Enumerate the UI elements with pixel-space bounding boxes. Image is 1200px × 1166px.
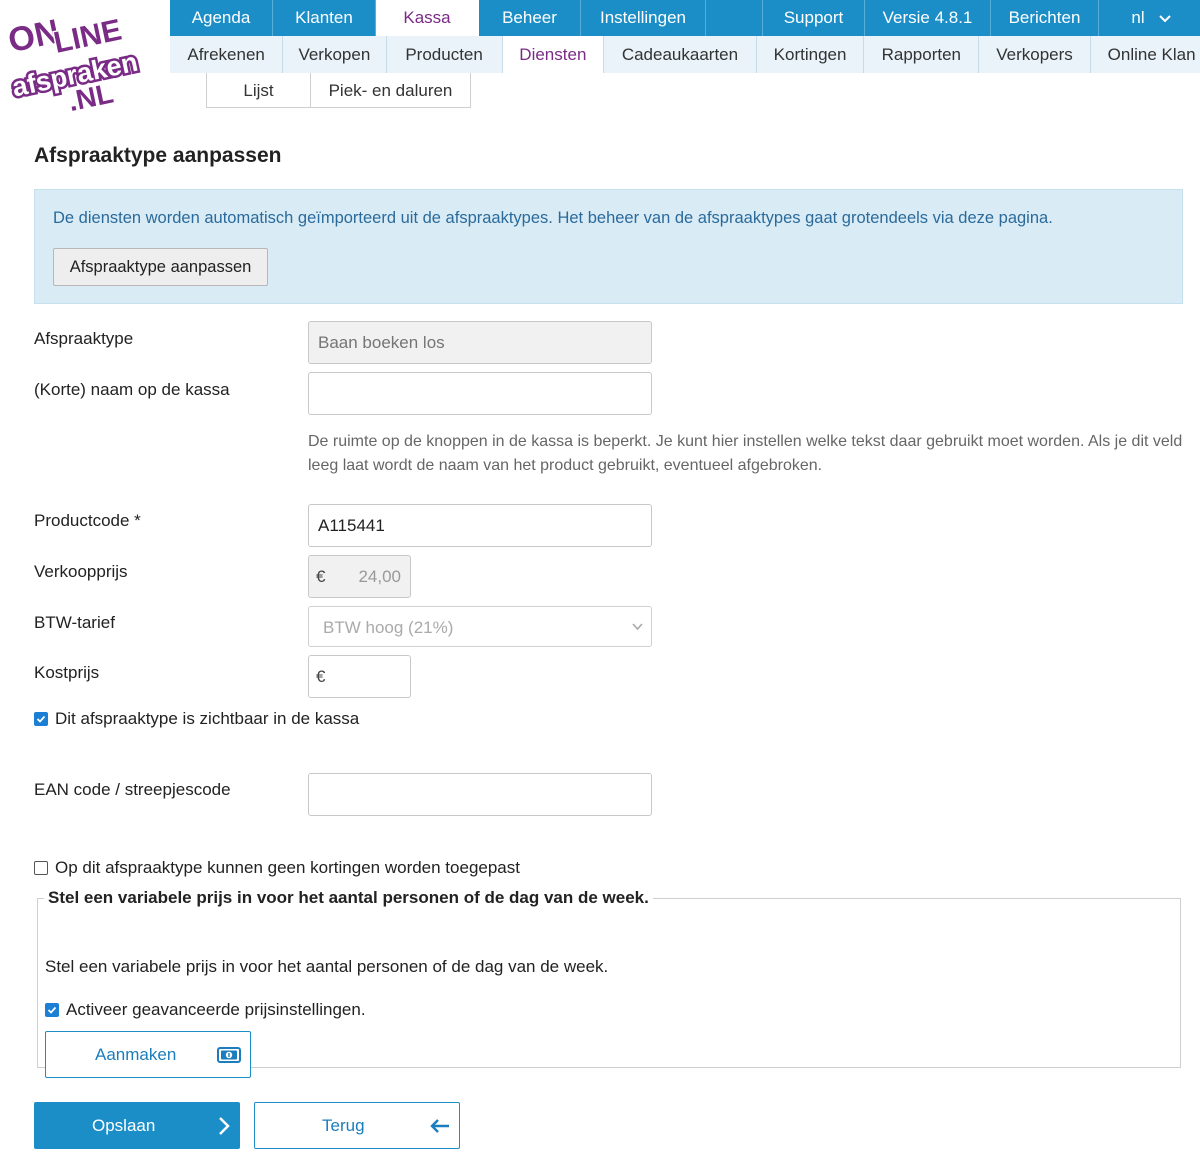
check-icon <box>36 715 46 723</box>
language-selector[interactable]: nl <box>1099 0 1200 36</box>
ean-label: EAN code / streepjescode <box>34 780 231 799</box>
btw-select[interactable]: BTW hoog (21%) <box>308 606 652 647</box>
verkoopprijs-field[interactable]: € 24,00 <box>308 555 411 598</box>
subnav-kortingen[interactable]: Kortingen <box>757 36 865 73</box>
advanced-pricing-checkbox-row[interactable]: Activeer geavanceerde prijsinstellingen. <box>45 1000 366 1020</box>
create-button-label: Aanmaken <box>95 1044 177 1064</box>
arrow-left-icon <box>430 1118 449 1133</box>
subnav-afrekenen[interactable]: Afrekenen <box>170 36 284 73</box>
productcode-input[interactable] <box>308 504 652 547</box>
korte-naam-input[interactable] <box>308 372 652 415</box>
subnav-cadeaukaarten[interactable]: Cadeaukaarten <box>604 36 757 73</box>
logo[interactable]: ON LINE afspraken .NL <box>3 4 156 119</box>
back-button-label: Terug <box>322 1115 365 1135</box>
nav-support[interactable]: Support <box>763 0 865 36</box>
geen-kortingen-checkbox[interactable] <box>34 861 48 875</box>
korte-naam-label: (Korte) naam op de kassa <box>34 380 230 399</box>
zichtbaar-checkbox[interactable] <box>34 712 48 726</box>
ean-input[interactable] <box>308 773 652 816</box>
btw-value: BTW hoog (21%) <box>323 618 454 637</box>
chevron-down-icon <box>1158 0 1171 36</box>
tertiary-navigation: Lijst Piek- en daluren <box>206 73 471 108</box>
zichtbaar-checkbox-row[interactable]: Dit afspraaktype is zichtbaar in de kass… <box>34 709 359 729</box>
save-button-label: Opslaan <box>92 1116 156 1135</box>
btw-label: BTW-tarief <box>34 613 115 632</box>
page-title: Afspraaktype aanpassen <box>34 144 282 167</box>
create-button[interactable]: Aanmaken <box>45 1031 251 1078</box>
subnav-verkopers[interactable]: Verkopers <box>979 36 1091 73</box>
verkoopprijs-value: 24,00 <box>358 567 401 586</box>
chevron-right-icon <box>219 1117 230 1135</box>
variable-price-text: Stel een variabele prijs in voor het aan… <box>45 957 609 976</box>
sub-navigation: Afrekenen Verkopen Producten Diensten Ca… <box>170 36 1200 73</box>
info-box: De diensten worden automatisch geïmporte… <box>34 189 1183 304</box>
nav-beheer[interactable]: Beheer <box>479 0 581 36</box>
save-button[interactable]: Opslaan <box>34 1102 240 1149</box>
variable-price-legend: Stel een variabele prijs in voor het aan… <box>48 888 649 907</box>
nav-instellingen[interactable]: Instellingen <box>581 0 706 36</box>
subsub-lijst[interactable]: Lijst <box>206 73 311 108</box>
nav-berichten[interactable]: Berichten <box>991 0 1099 36</box>
variable-price-section: Stel een variabele prijs in voor het aan… <box>37 888 1181 1078</box>
nav-kassa[interactable]: Kassa <box>376 0 479 36</box>
advanced-pricing-label: Activeer geavanceerde prijsinstellingen. <box>66 1000 366 1019</box>
zichtbaar-label: Dit afspraaktype is zichtbaar in de kass… <box>55 709 360 728</box>
back-button[interactable]: Terug <box>254 1102 460 1149</box>
info-message: De diensten worden automatisch geïmporte… <box>53 209 1053 227</box>
money-icon <box>217 1046 241 1063</box>
nav-spacer <box>706 0 763 36</box>
subnav-rapporten[interactable]: Rapporten <box>864 36 980 73</box>
nav-agenda[interactable]: Agenda <box>170 0 273 36</box>
productcode-label: Productcode * <box>34 511 141 530</box>
kostprijs-label: Kostprijs <box>34 663 100 682</box>
geen-kortingen-checkbox-row[interactable]: Op dit afspraaktype kunnen geen kortinge… <box>34 858 520 878</box>
subnav-verkopen[interactable]: Verkopen <box>283 36 387 73</box>
subnav-producten[interactable]: Producten <box>387 36 503 73</box>
korte-naam-help: De ruimte op de knoppen in de kassa is b… <box>308 433 1183 474</box>
advanced-pricing-checkbox[interactable] <box>45 1003 59 1017</box>
kostprijs-field[interactable]: € <box>308 655 411 698</box>
geen-kortingen-label: Op dit afspraaktype kunnen geen kortinge… <box>55 858 520 877</box>
afspraaktype-field[interactable] <box>308 321 652 364</box>
subnav-online-klanten[interactable]: Online Klan <box>1091 36 1200 73</box>
euro-symbol: € <box>316 667 326 686</box>
check-icon <box>47 1006 57 1014</box>
subnav-diensten[interactable]: Diensten <box>502 36 604 73</box>
nav-klanten[interactable]: Klanten <box>273 0 376 36</box>
subsub-piek-daluren[interactable]: Piek- en daluren <box>311 73 471 108</box>
top-navigation: Agenda Klanten Kassa Beheer Instellingen… <box>170 0 1200 36</box>
language-label: nl <box>1131 8 1145 27</box>
edit-appointment-type-button[interactable]: Afspraaktype aanpassen <box>53 248 268 286</box>
verkoopprijs-label: Verkoopprijs <box>34 562 128 581</box>
afspraaktype-label: Afspraaktype <box>34 329 134 348</box>
nav-versie[interactable]: Versie 4.8.1 <box>865 0 991 36</box>
euro-symbol: € <box>316 567 326 586</box>
